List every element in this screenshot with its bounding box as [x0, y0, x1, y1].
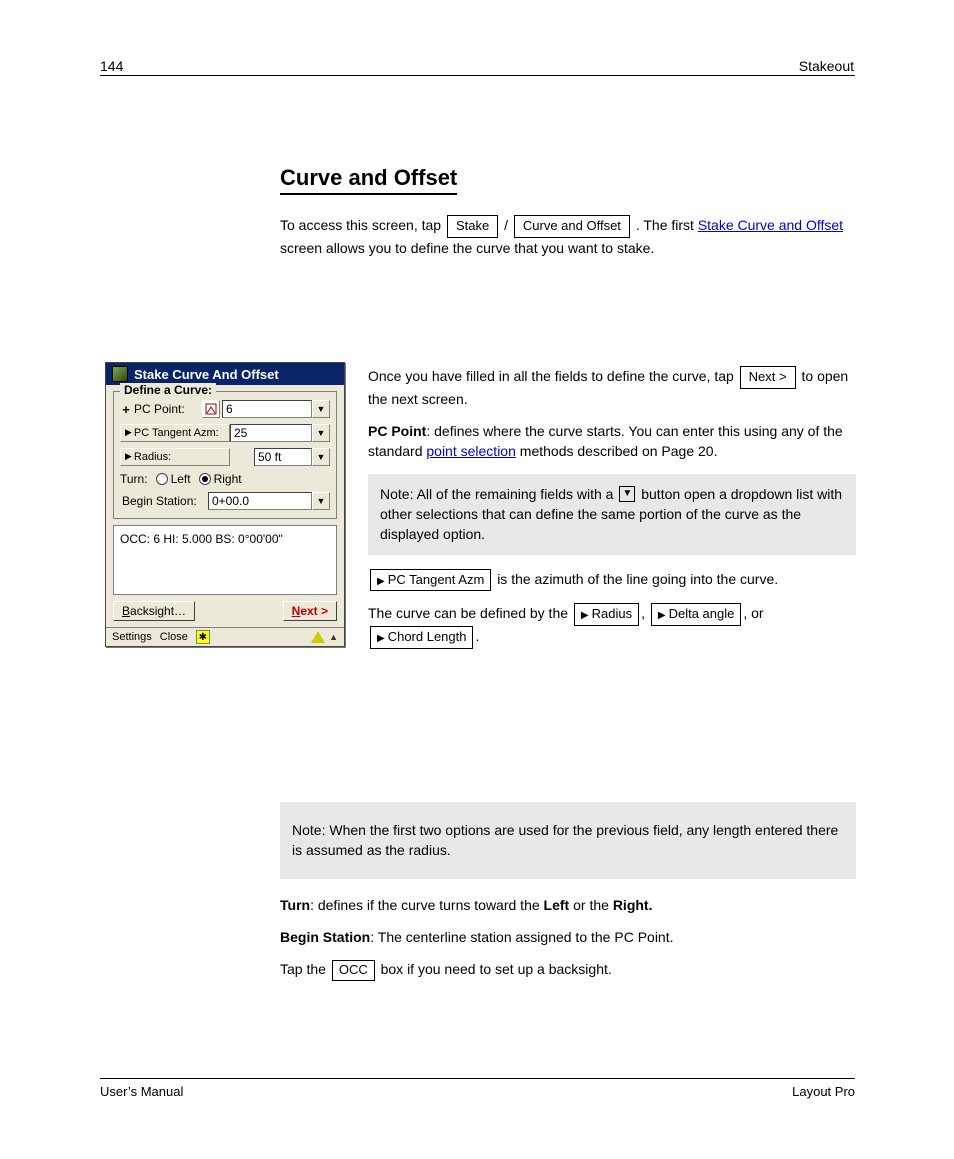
t: Tap the	[280, 961, 330, 977]
turn-label: Turn:	[120, 472, 148, 486]
scroll-up-icon[interactable]: ▲	[329, 632, 338, 642]
dialog-footer: Settings Close ✱ ▲	[106, 627, 344, 646]
body-text-full: Note: When the first two options are use…	[280, 798, 856, 993]
stake-button-ref: Stake	[447, 215, 498, 238]
stake-curve-and-offset-link[interactable]: Stake Curve and Offset	[698, 217, 843, 233]
define-curve-group: Define a Curve: + PC Point: 6 ▼ ▶PC Tang…	[113, 391, 337, 519]
pc-point-term: PC Point	[368, 423, 426, 439]
pc-tangent-input[interactable]: 25	[230, 424, 312, 442]
begin-station-input[interactable]: 0+00.0	[208, 492, 312, 510]
dropdown-icon-ref: ▼	[619, 486, 635, 502]
page-ref: 20	[698, 443, 714, 459]
dialog-title: Stake Curve And Offset	[134, 367, 279, 382]
chord-length-label-ref: ▶Chord Length	[370, 626, 473, 649]
stake-curve-dialog: Stake Curve And Offset Define a Curve: +…	[105, 362, 345, 647]
turn-right-radio[interactable]: Right	[199, 472, 242, 486]
footer-right: Layout Pro	[792, 1084, 855, 1099]
footer-rule	[100, 1078, 855, 1079]
page-footer: User’s Manual Layout Pro	[100, 1084, 855, 1099]
warning-icon	[311, 631, 325, 643]
plus-icon: +	[120, 402, 132, 417]
close-link[interactable]: Close	[160, 631, 188, 643]
next-button-ref: Next >	[740, 366, 796, 389]
occ-status-box[interactable]: OCC: 6 HI: 5.000 BS: 0°00'00"	[113, 525, 337, 595]
star-icon[interactable]: ✱	[196, 630, 210, 644]
next-button[interactable]: Next >	[283, 601, 337, 621]
delta-angle-label-ref: ▶Delta angle	[651, 603, 741, 626]
begin-station-dropdown[interactable]: ▼	[312, 492, 330, 510]
settings-link[interactable]: Settings	[112, 631, 152, 643]
t: box if you need to set up a backsight.	[381, 961, 612, 977]
dialog-titlebar: Stake Curve And Offset	[106, 363, 344, 385]
note-2-box: Note: When the first two options are use…	[280, 802, 856, 879]
pc-point-input[interactable]: 6	[222, 400, 312, 418]
t: , or	[743, 605, 763, 621]
radius-label-ref: ▶Radius	[574, 603, 639, 626]
note-2: Note: When the first two options are use…	[292, 822, 838, 858]
group-legend: Define a Curve:	[120, 383, 216, 397]
page-number-top: 144	[100, 58, 123, 74]
radius-input[interactable]: 50 ft	[254, 448, 312, 466]
point-selection-link[interactable]: point selection	[426, 443, 516, 459]
app-icon	[112, 366, 128, 382]
intro-text: screen allows you to define the curve th…	[280, 240, 654, 256]
section-heading: Curve and Offset	[280, 165, 457, 195]
t: .	[475, 628, 479, 644]
t: .	[714, 443, 718, 459]
radius-dropdown[interactable]: ▼	[312, 448, 330, 466]
t: ,	[641, 605, 649, 621]
intro-paragraphs: To access this screen, tap Stake / Curve…	[280, 215, 855, 270]
t: The curve can be defined by the	[368, 605, 572, 621]
begin-station-label: Begin Station:	[120, 494, 208, 508]
intro-text: To access this screen, tap	[280, 217, 445, 233]
page-header-label: Stakeout	[799, 58, 854, 74]
curve-and-offset-button-ref: Curve and Offset	[514, 215, 630, 238]
pc-point-label: PC Point:	[132, 402, 202, 416]
turn-left-radio[interactable]: Left	[156, 472, 191, 486]
intro-text: . The first	[636, 217, 698, 233]
turn-text: Turn: defines if the curve turns toward …	[280, 895, 856, 915]
footer-left: User’s Manual	[100, 1084, 183, 1099]
body-text-right: Once you have filled in all the fields t…	[368, 366, 856, 661]
begin-station-text: Begin Station: The centerline station as…	[280, 927, 856, 947]
intro-text: /	[504, 217, 512, 233]
pc-tangent-dropdown[interactable]: ▼	[312, 424, 330, 442]
pc-tangent-azm-button[interactable]: ▶PC Tangent Azm:	[120, 424, 230, 442]
header-rule	[100, 75, 855, 76]
t: is the azimuth of the line going into th…	[497, 571, 778, 587]
backsight-button[interactable]: Backsight…	[113, 601, 195, 621]
pc-tangent-azm-label-ref: ▶PC Tangent Azm	[370, 569, 491, 592]
backsight-label: acksight…	[130, 604, 186, 618]
point-picker-button[interactable]	[202, 400, 220, 418]
note-1-box: Note: All of the remaining fields with a…	[368, 474, 856, 555]
pc-point-dropdown[interactable]: ▼	[312, 400, 330, 418]
radius-button[interactable]: ▶Radius:	[120, 448, 230, 466]
t: methods described on Page	[516, 443, 698, 459]
note-1: Note: All of the remaining fields with a	[380, 486, 617, 502]
occ-box-ref: OCC	[332, 960, 375, 981]
